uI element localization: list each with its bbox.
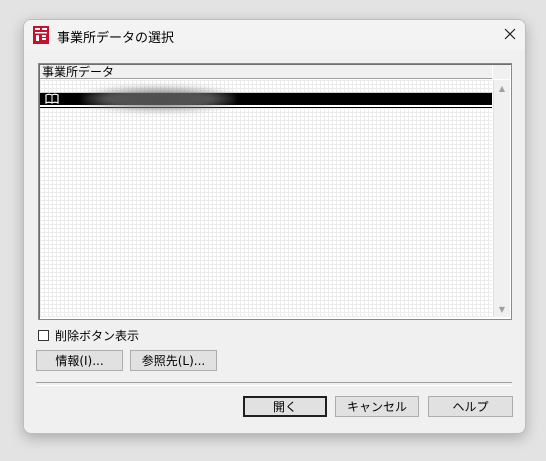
info-button[interactable]: 情報(I)... bbox=[36, 350, 123, 371]
vertical-scrollbar[interactable]: ▲ ▼ bbox=[493, 80, 510, 317]
close-icon bbox=[504, 28, 516, 43]
select-office-data-dialog: 事業所データの選択 事業所データ ▲ ▼ 削除ボタン表示 情報(I)... 参照… bbox=[23, 19, 526, 434]
app-icon bbox=[33, 26, 49, 44]
list-area[interactable] bbox=[40, 80, 492, 317]
show-delete-button-label: 削除ボタン表示 bbox=[55, 328, 140, 343]
header-scroll-corner bbox=[493, 65, 510, 79]
window-title: 事業所データの選択 bbox=[57, 31, 175, 46]
show-delete-button-option[interactable]: 削除ボタン表示 bbox=[38, 327, 139, 343]
close-button[interactable] bbox=[495, 20, 525, 50]
cancel-button[interactable]: キャンセル bbox=[335, 396, 419, 417]
help-button[interactable]: ヘルプ bbox=[428, 396, 513, 417]
title-bar: 事業所データの選択 bbox=[24, 20, 525, 50]
office-data-list[interactable]: 事業所データ ▲ ▼ bbox=[38, 63, 512, 320]
separator bbox=[36, 382, 512, 386]
show-delete-button-checkbox[interactable] bbox=[38, 329, 49, 341]
scroll-up-arrow-icon[interactable]: ▲ bbox=[494, 80, 510, 96]
book-icon bbox=[44, 93, 60, 105]
browse-button[interactable]: 参照先(L)... bbox=[130, 350, 217, 371]
column-header-office-data[interactable]: 事業所データ bbox=[40, 65, 492, 79]
open-button[interactable]: 開く bbox=[243, 396, 327, 417]
redacted-office-name bbox=[83, 86, 235, 112]
scroll-down-arrow-icon[interactable]: ▼ bbox=[494, 301, 510, 317]
